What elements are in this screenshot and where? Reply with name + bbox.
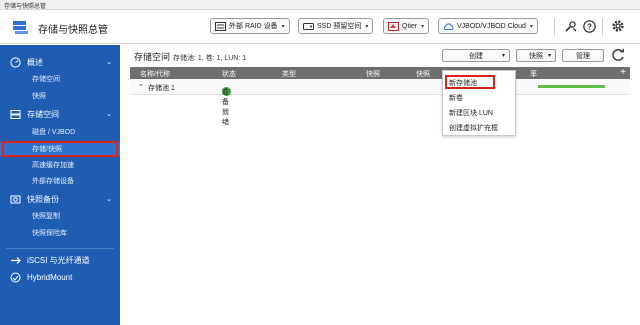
sidebar-section-label: 快照备份 (27, 194, 59, 204)
cloud-icon (443, 22, 454, 30)
chevron-down-icon: ⌄ (106, 59, 112, 66)
window-title: 存储与快照总管 (4, 4, 47, 10)
sidebar-item-label: 高速缓存加速 (32, 162, 74, 169)
sidebar-item-label: 快照复制 (32, 213, 60, 220)
expand-chevron-icon[interactable]: ⌃ (138, 83, 144, 91)
vjbod-cloud-button[interactable]: VJBOD/VJBOD Cloud ▾ (438, 18, 538, 34)
menu-item-label: 新建区块 LUN (449, 110, 493, 117)
manage-button[interactable]: 管理 (562, 49, 604, 62)
sidebar-item-label: 快照保险库 (32, 230, 67, 237)
help-icon[interactable]: ? (581, 18, 597, 34)
header-divider (554, 18, 555, 36)
create-label: 创建 (469, 52, 483, 60)
table-header: 名称/代称 状态 类型 快照 快照 率 + (130, 67, 630, 79)
vjbod-cloud-label: VJBOD/VJBOD Cloud (457, 22, 526, 30)
sidebar-item-storage-snapshots[interactable]: 存储/快照 (0, 141, 120, 157)
page-title: 存储空间 存储池: 1, 卷: 1, LUN: 1 (134, 50, 246, 63)
sidebar-item-hybridmount[interactable]: HybridMount (0, 270, 120, 284)
qtier-button[interactable]: Qtier ▾ (383, 18, 430, 34)
qtier-label: Qtier (402, 22, 418, 30)
create-menu: 新存储池 新卷 新建区块 LUN 创建虚拟扩充框 (442, 70, 516, 136)
sidebar-item-label: 外部存储设备 (32, 178, 74, 185)
settings-icon[interactable] (610, 18, 626, 34)
sidebar-section-snapshot-backup[interactable]: 快照备份 ⌄ (0, 192, 120, 206)
chevron-down-icon: ▾ (547, 53, 551, 59)
storage-icon (10, 109, 21, 119)
sidebar-item-cache-acceleration[interactable]: 高速缓存加速 (0, 158, 120, 172)
selection-highlight (445, 75, 495, 89)
column-header[interactable]: 类型 (282, 69, 296, 79)
sidebar-item-label: 快照 (32, 93, 46, 100)
chevron-down-icon: ▾ (421, 23, 425, 30)
header-divider (602, 18, 603, 36)
sidebar-section-label: 概述 (27, 57, 43, 67)
create-button[interactable]: 创建 ▾ (442, 49, 510, 62)
ssd-icon (303, 22, 314, 30)
sidebar-item-storage-space[interactable]: 存储空间 (0, 72, 120, 86)
ssd-overprovision-button[interactable]: SSD 预留空间 ▾ (298, 18, 374, 34)
pool-status-text: 准备就绪 (222, 89, 229, 126)
menu-item-new-volume[interactable]: 新卷 (449, 93, 463, 103)
menu-item-create-virtual-enclosure[interactable]: 创建虚拟扩充框 (449, 123, 498, 133)
sidebar-item-disks-vjbod[interactable]: 磁盘 / VJBOD (0, 125, 120, 139)
menu-item-label: 新卷 (449, 95, 463, 102)
page-subtitle: 存储池: 1, 卷: 1, LUN: 1 (173, 55, 247, 62)
external-raid-button[interactable]: 外部 RAID 设备 ▾ (210, 18, 290, 34)
window-titlebar: 存储与快照总管 (0, 0, 640, 10)
sidebar-item-snapshot[interactable]: 快照 (0, 89, 120, 103)
raid-device-icon (215, 21, 226, 31)
usage-bar (538, 85, 605, 88)
tools-icon[interactable] (562, 18, 578, 34)
menu-item-new-block-lun[interactable]: 新建区块 LUN (449, 108, 493, 118)
chevron-down-icon: ▾ (365, 23, 369, 30)
chevron-down-icon: ▾ (501, 53, 505, 59)
selection-highlight (2, 141, 118, 157)
app-header: 存储与快照总管 外部 RAID 设备 ▾ SSD 预留空间 ▾ Qtier ▾ … (0, 10, 640, 44)
column-header[interactable]: 状态 (222, 69, 236, 79)
menu-item-label: 创建虚拟扩充框 (449, 125, 498, 132)
snapshot-backup-icon (10, 195, 21, 203)
sidebar-section-storage[interactable]: 存储空间 ⌄ (0, 107, 120, 121)
sidebar-item-label: 存储空间 (32, 76, 60, 83)
add-column-icon[interactable]: + (620, 67, 626, 78)
qtier-icon (388, 21, 399, 31)
sidebar-divider (6, 248, 114, 249)
svg-text:?: ? (587, 22, 592, 31)
storage-app-logo-icon (13, 21, 28, 34)
main-panel: 存储空间 存储池: 1, 卷: 1, LUN: 1 创建 ▾ 快照 ▾ 管理 名称… (120, 45, 640, 325)
sidebar-item-label: HybridMount (27, 272, 73, 282)
menu-item-new-storage-pool[interactable]: 新存储池 (445, 75, 495, 89)
pool-name: 存储池 1 (148, 85, 175, 92)
hybridmount-icon (10, 272, 21, 282)
chevron-down-icon: ▾ (529, 23, 533, 30)
sidebar-item-label: 磁盘 / VJBOD (32, 129, 76, 136)
sidebar-item-iscsi[interactable]: iSCSI 与光纤通道 (0, 253, 120, 267)
chevron-down-icon: ⌄ (106, 196, 112, 203)
table-row[interactable]: ⌃ 存储池 1 ✓ 准备就绪 (130, 79, 630, 126)
sidebar: 概述 ⌄ 存储空间 快照 存储空间 ⌄ 磁盘 / VJBOD 存储/快照 高速缓… (0, 45, 120, 325)
refresh-icon[interactable] (610, 47, 626, 63)
sidebar-section-label: 存储空间 (27, 109, 59, 119)
chevron-down-icon: ⌄ (106, 111, 112, 118)
ssd-overprovision-label: SSD 预留空间 (317, 23, 362, 30)
column-header[interactable]: 快照 (416, 69, 430, 79)
column-header[interactable]: 快照 (366, 69, 380, 79)
page-title-text: 存储空间 (134, 52, 171, 62)
snapshot-button[interactable]: 快照 ▾ (516, 49, 556, 62)
sidebar-item-external-storage[interactable]: 外部存储设备 (0, 174, 120, 188)
snapshot-label: 快照 (529, 52, 543, 60)
sidebar-item-snapshot-vault[interactable]: 快照保险库 (0, 226, 120, 240)
sidebar-item-label: iSCSI 与光纤通道 (27, 255, 90, 265)
sidebar-section-overview[interactable]: 概述 ⌄ (0, 55, 120, 69)
external-raid-label: 外部 RAID 设备 (229, 23, 278, 30)
sidebar-item-snapshot-replica[interactable]: 快照复制 (0, 209, 120, 223)
overview-icon (10, 56, 21, 68)
chevron-down-icon: ▾ (281, 23, 285, 30)
manage-label: 管理 (576, 52, 590, 60)
column-header[interactable]: 率 (530, 69, 537, 79)
iscsi-icon (11, 256, 21, 264)
app-title: 存储与快照总管 (38, 25, 108, 36)
column-header[interactable]: 名称/代称 (140, 69, 170, 79)
storage-table: 名称/代称 状态 类型 快照 快照 率 + ⌃ 存储池 1 ✓ 准备就绪 (130, 67, 630, 126)
